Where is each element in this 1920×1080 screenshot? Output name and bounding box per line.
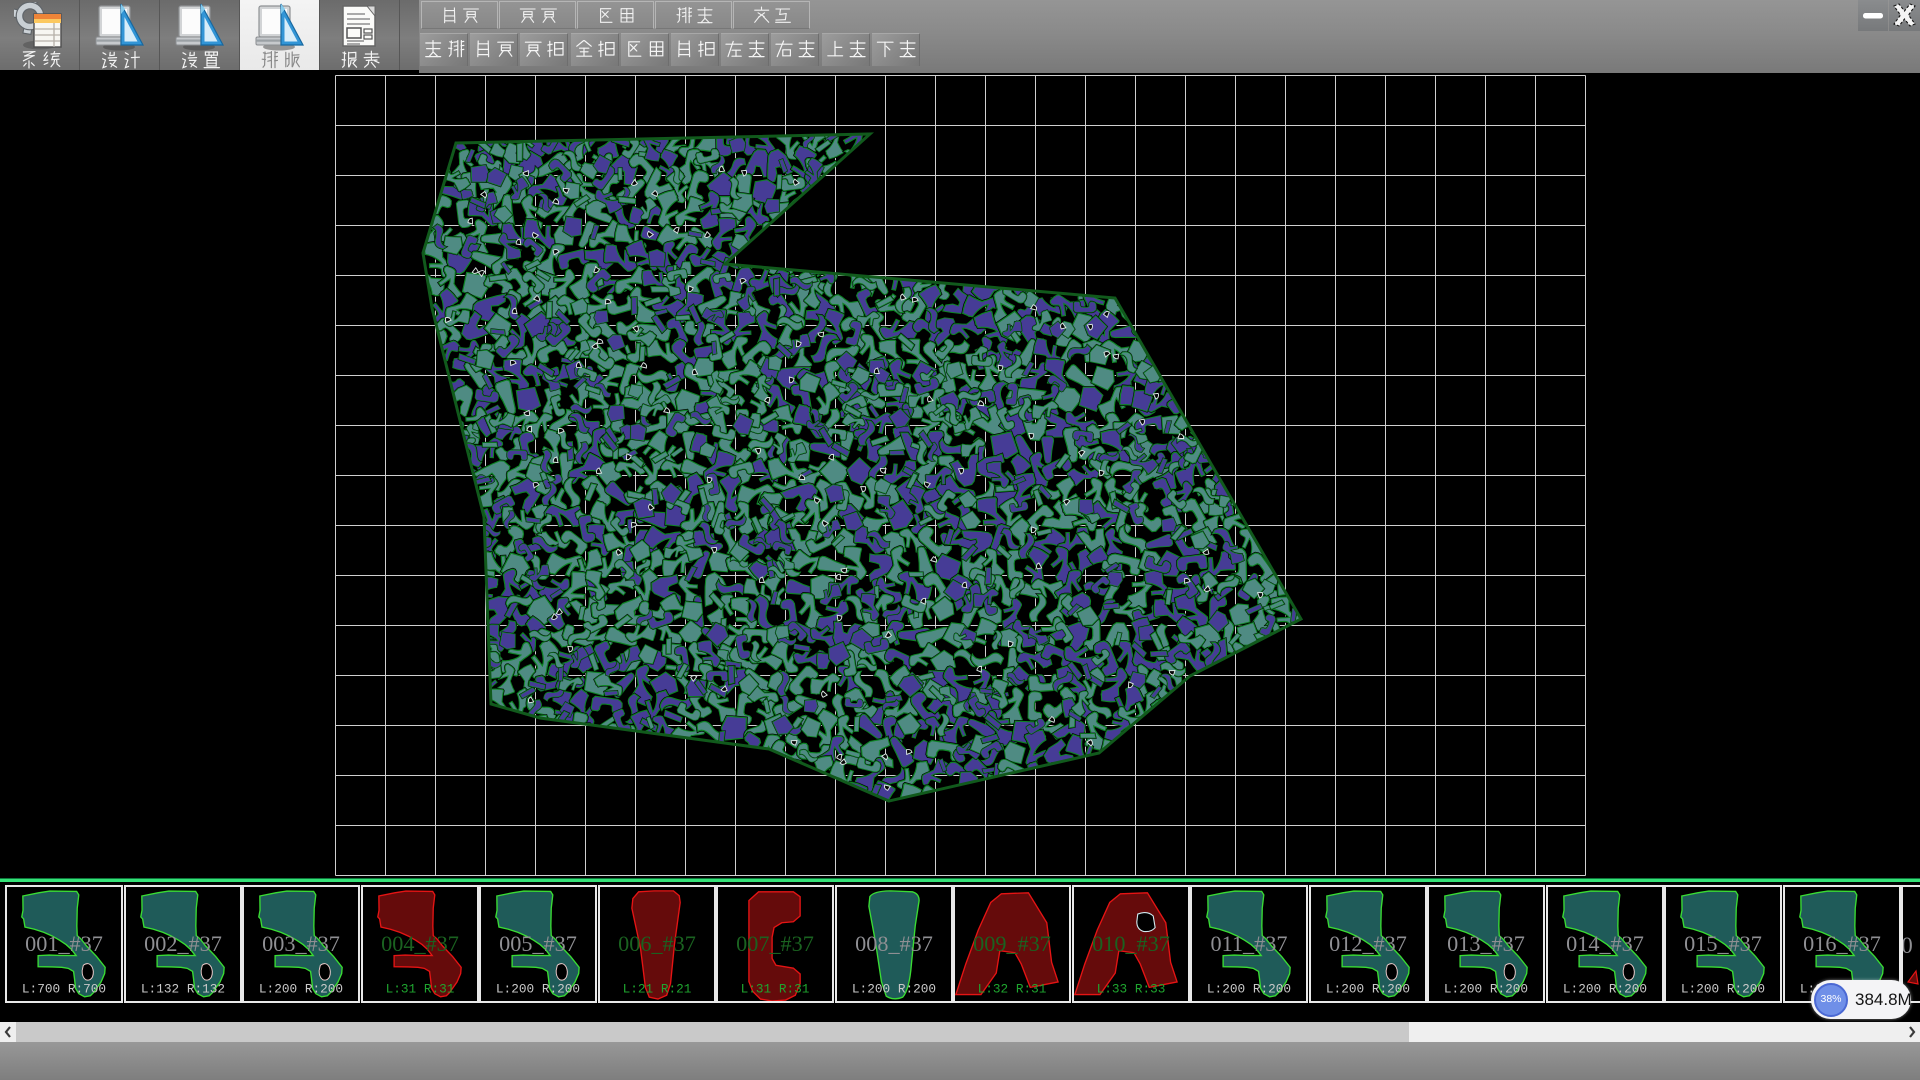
svg-text:L:132 R:132: L:132 R:132	[140, 981, 224, 996]
svg-text:007_#37: 007_#37	[736, 931, 814, 956]
svg-text:L:200 R:200: L:200 R:200	[1681, 981, 1765, 996]
svg-text:L:200 R:200: L:200 R:200	[1562, 981, 1646, 996]
svg-text:0: 0	[1903, 933, 1913, 958]
svg-text:016_#37: 016_#37	[1803, 931, 1881, 956]
svg-text:L:33 R:33: L:33 R:33	[1096, 981, 1165, 996]
svg-text:014_#37: 014_#37	[1566, 931, 1644, 956]
svg-text:L:31 R:31: L:31 R:31	[385, 981, 454, 996]
svg-text:010_#37: 010_#37	[1092, 931, 1170, 956]
svg-text:003_#37: 003_#37	[262, 931, 340, 956]
svg-text:L:21 R:21: L:21 R:21	[622, 981, 691, 996]
svg-text:011_#37: 011_#37	[1211, 931, 1288, 956]
svg-text:L:200 R:200: L:200 R:200	[851, 981, 935, 996]
svg-text:013_#37: 013_#37	[1447, 931, 1525, 956]
svg-text:L:200 R:200: L:200 R:200	[1325, 981, 1409, 996]
svg-text:012_#37: 012_#37	[1329, 931, 1407, 956]
svg-text:L:31 R:31: L:31 R:31	[741, 981, 810, 996]
svg-text:015_#37: 015_#37	[1684, 931, 1762, 956]
svg-text:001_#37: 001_#37	[25, 931, 103, 956]
svg-text:L:200 R:200: L:200 R:200	[496, 981, 580, 996]
svg-text:008_#37: 008_#37	[855, 931, 933, 956]
svg-text:009_#37: 009_#37	[973, 931, 1051, 956]
svg-text:002_#37: 002_#37	[144, 931, 222, 956]
svg-text:L:200 R:200: L:200 R:200	[259, 981, 343, 996]
svg-text:L:32 R:31: L:32 R:31	[978, 981, 1047, 996]
svg-text:L:200 R:200: L:200 R:200	[1444, 981, 1528, 996]
svg-text:L:200 R:200: L:200 R:200	[1207, 981, 1291, 996]
svg-text:005_#37: 005_#37	[499, 931, 577, 956]
svg-text:L:700 R:700: L:700 R:700	[22, 981, 106, 996]
svg-text:006_#37: 006_#37	[618, 931, 696, 956]
svg-text:004_#37: 004_#37	[381, 931, 459, 956]
